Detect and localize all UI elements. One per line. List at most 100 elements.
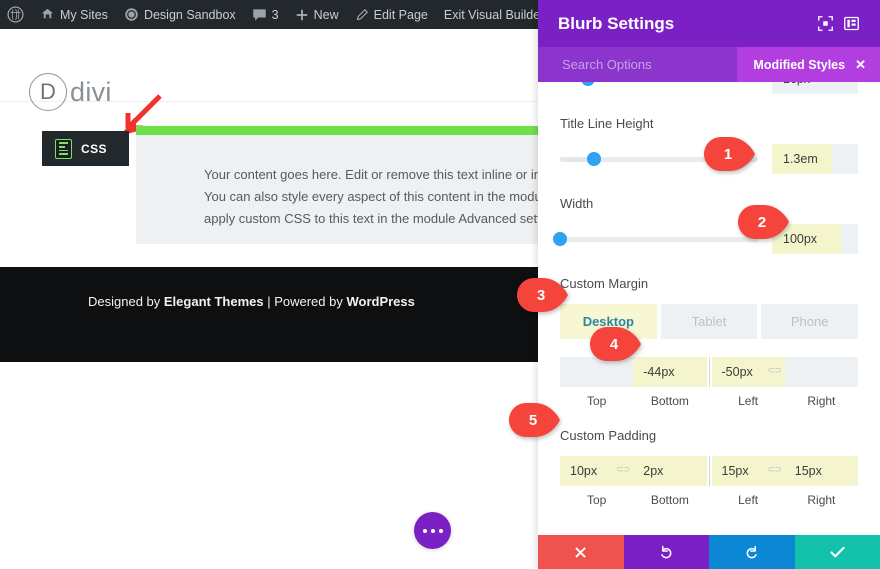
- margin-bottom-caption: Bottom: [650, 394, 689, 408]
- footer-brand-elegant-themes[interactable]: Elegant Themes: [164, 294, 264, 309]
- link-values-icon[interactable]: ⊂⊃: [768, 464, 782, 475]
- margin-right-value: [785, 357, 858, 387]
- module-text-line-3: apply custom CSS to this text in the mod…: [204, 211, 540, 226]
- callout-marker-1: 1: [704, 137, 756, 171]
- pencil-icon: [355, 8, 369, 22]
- custom-margin-fields: Top -44px Bottom -50px ⊂⊃ Left Right: [560, 357, 858, 408]
- visual-builder-menu-button[interactable]: [414, 512, 451, 549]
- admin-bar-comments[interactable]: 3: [244, 0, 287, 29]
- admin-bar-site-name[interactable]: Design Sandbox: [116, 0, 244, 29]
- undo-button[interactable]: [623, 535, 709, 569]
- font-size-slider-row[interactable]: 16px: [560, 82, 858, 94]
- margin-right-cell[interactable]: Right: [784, 357, 858, 408]
- panel-search-bar[interactable]: Search Options Modified Styles ✕: [538, 47, 880, 82]
- page-footer: Designed by Elegant Themes | Powered by …: [0, 267, 540, 362]
- dashboard-icon: [124, 7, 139, 22]
- admin-bar-new[interactable]: New: [287, 0, 347, 29]
- padding-top-caption: Top: [586, 493, 607, 507]
- padding-bottom-value: 2px: [643, 464, 664, 478]
- slider-knob[interactable]: [580, 82, 595, 86]
- padding-bottom-caption: Bottom: [650, 493, 689, 507]
- padding-left-caption: Left: [738, 493, 759, 507]
- admin-bar-exit-label: Exit Visual Builder: [443, 7, 540, 22]
- margin-left-cell[interactable]: -50px ⊂⊃ Left: [711, 357, 785, 408]
- search-input[interactable]: Search Options: [562, 57, 737, 72]
- margin-bottom-cell[interactable]: -44px Bottom: [633, 357, 707, 408]
- divi-logo: D divi: [29, 73, 112, 111]
- modified-styles-filter[interactable]: Modified Styles ✕: [737, 47, 880, 82]
- padding-right-cell[interactable]: 15px Right: [784, 456, 858, 507]
- margin-right-caption: Right: [807, 394, 836, 408]
- tab-phone[interactable]: Phone: [761, 304, 859, 339]
- screenshot-root: My Sites Design Sandbox 3 New Edit Page …: [0, 0, 880, 569]
- tab-tablet[interactable]: Tablet: [660, 304, 758, 339]
- divi-logo-word: divi: [70, 76, 112, 107]
- blurb-settings-panel: Blurb Settings Search Options Modified S…: [538, 0, 880, 569]
- cancel-button[interactable]: [538, 535, 624, 569]
- dot-1: [422, 528, 427, 533]
- module-text-line-1: Your content goes here. Edit or remove t…: [204, 167, 540, 182]
- font-size-value-field[interactable]: 16px: [772, 82, 858, 94]
- marker-1-number: 1: [723, 145, 733, 163]
- callout-marker-2: 2: [738, 205, 790, 239]
- margin-bottom-value: -44px: [643, 365, 675, 379]
- margin-top-value: [560, 357, 633, 387]
- padding-group-divider: [708, 456, 710, 486]
- width-slider-row[interactable]: 100px: [553, 224, 858, 254]
- admin-bar-wordpress[interactable]: [0, 0, 32, 29]
- margin-left-caption: Left: [738, 394, 759, 408]
- css-badge[interactable]: CSS: [42, 131, 129, 166]
- modified-styles-label: Modified Styles: [753, 57, 846, 72]
- font-size-value: 16px: [772, 82, 858, 94]
- link-values-icon[interactable]: ⊂⊃: [616, 464, 630, 475]
- callout-marker-3: 3: [517, 278, 569, 312]
- close-icon[interactable]: ✕: [855, 57, 866, 73]
- link-values-icon[interactable]: ⊂⊃: [768, 365, 782, 376]
- admin-bar-new-label: New: [313, 7, 339, 22]
- padding-right-caption: Right: [807, 493, 836, 507]
- redo-icon: [746, 545, 757, 558]
- callout-marker-4: 4: [590, 327, 642, 361]
- admin-bar-my-sites-label: My Sites: [60, 7, 108, 22]
- admin-bar-exit-visual-builder[interactable]: Exit Visual Builder: [436, 0, 540, 29]
- panel-layout-icon[interactable]: [838, 11, 864, 37]
- page-preview-area: My Sites Design Sandbox 3 New Edit Page …: [0, 0, 540, 569]
- divi-logo-circle: D: [29, 73, 67, 111]
- css-badge-label: CSS: [81, 141, 107, 156]
- footer-brand-wordpress[interactable]: WordPress: [346, 294, 414, 309]
- marker-5-number: 5: [528, 411, 538, 429]
- css-document-icon: [55, 138, 72, 159]
- marker-3-number: 3: [536, 286, 546, 304]
- admin-bar-edit-page[interactable]: Edit Page: [347, 0, 436, 29]
- checkmark-icon: [830, 546, 845, 557]
- slider-knob[interactable]: [586, 152, 601, 166]
- save-button[interactable]: [794, 535, 880, 569]
- blurb-module-preview[interactable]: Your content goes here. Edit or remove t…: [136, 126, 540, 244]
- site-header: D divi: [0, 29, 540, 111]
- dot-2: [430, 528, 435, 533]
- title-line-height-value-field[interactable]: 1.3em: [772, 144, 858, 174]
- wordpress-icon: [7, 6, 24, 23]
- module-text-line-2: You can also style every aspect of this …: [204, 189, 540, 204]
- wp-admin-bar: My Sites Design Sandbox 3 New Edit Page …: [0, 0, 540, 29]
- padding-bottom-cell[interactable]: 2px Bottom: [633, 456, 707, 507]
- focus-target-icon[interactable]: [812, 11, 838, 37]
- redo-button[interactable]: [709, 535, 795, 569]
- margin-top-cell[interactable]: Top: [560, 357, 634, 408]
- padding-left-cell[interactable]: 15px ⊂⊃ Left: [711, 456, 785, 507]
- padding-right-value: 15px: [794, 464, 822, 478]
- module-body: Your content goes here. Edit or remove t…: [136, 135, 540, 244]
- width-slider-track[interactable]: [553, 232, 758, 246]
- marker-2-number: 2: [757, 213, 767, 231]
- panel-header: Blurb Settings: [538, 0, 880, 47]
- admin-bar-edit-page-label: Edit Page: [373, 7, 428, 22]
- comment-icon: [252, 8, 267, 22]
- dot-3: [438, 528, 443, 533]
- custom-padding-label: Custom Padding: [560, 428, 657, 443]
- padding-top-cell[interactable]: 10px ⊂⊃ Top: [560, 456, 634, 507]
- admin-bar-my-sites[interactable]: My Sites: [32, 0, 116, 29]
- footer-prefix: Designed by: [88, 294, 164, 309]
- marker-4-number: 4: [609, 335, 619, 353]
- slider-knob[interactable]: [553, 232, 567, 246]
- margin-group-divider: [708, 357, 710, 387]
